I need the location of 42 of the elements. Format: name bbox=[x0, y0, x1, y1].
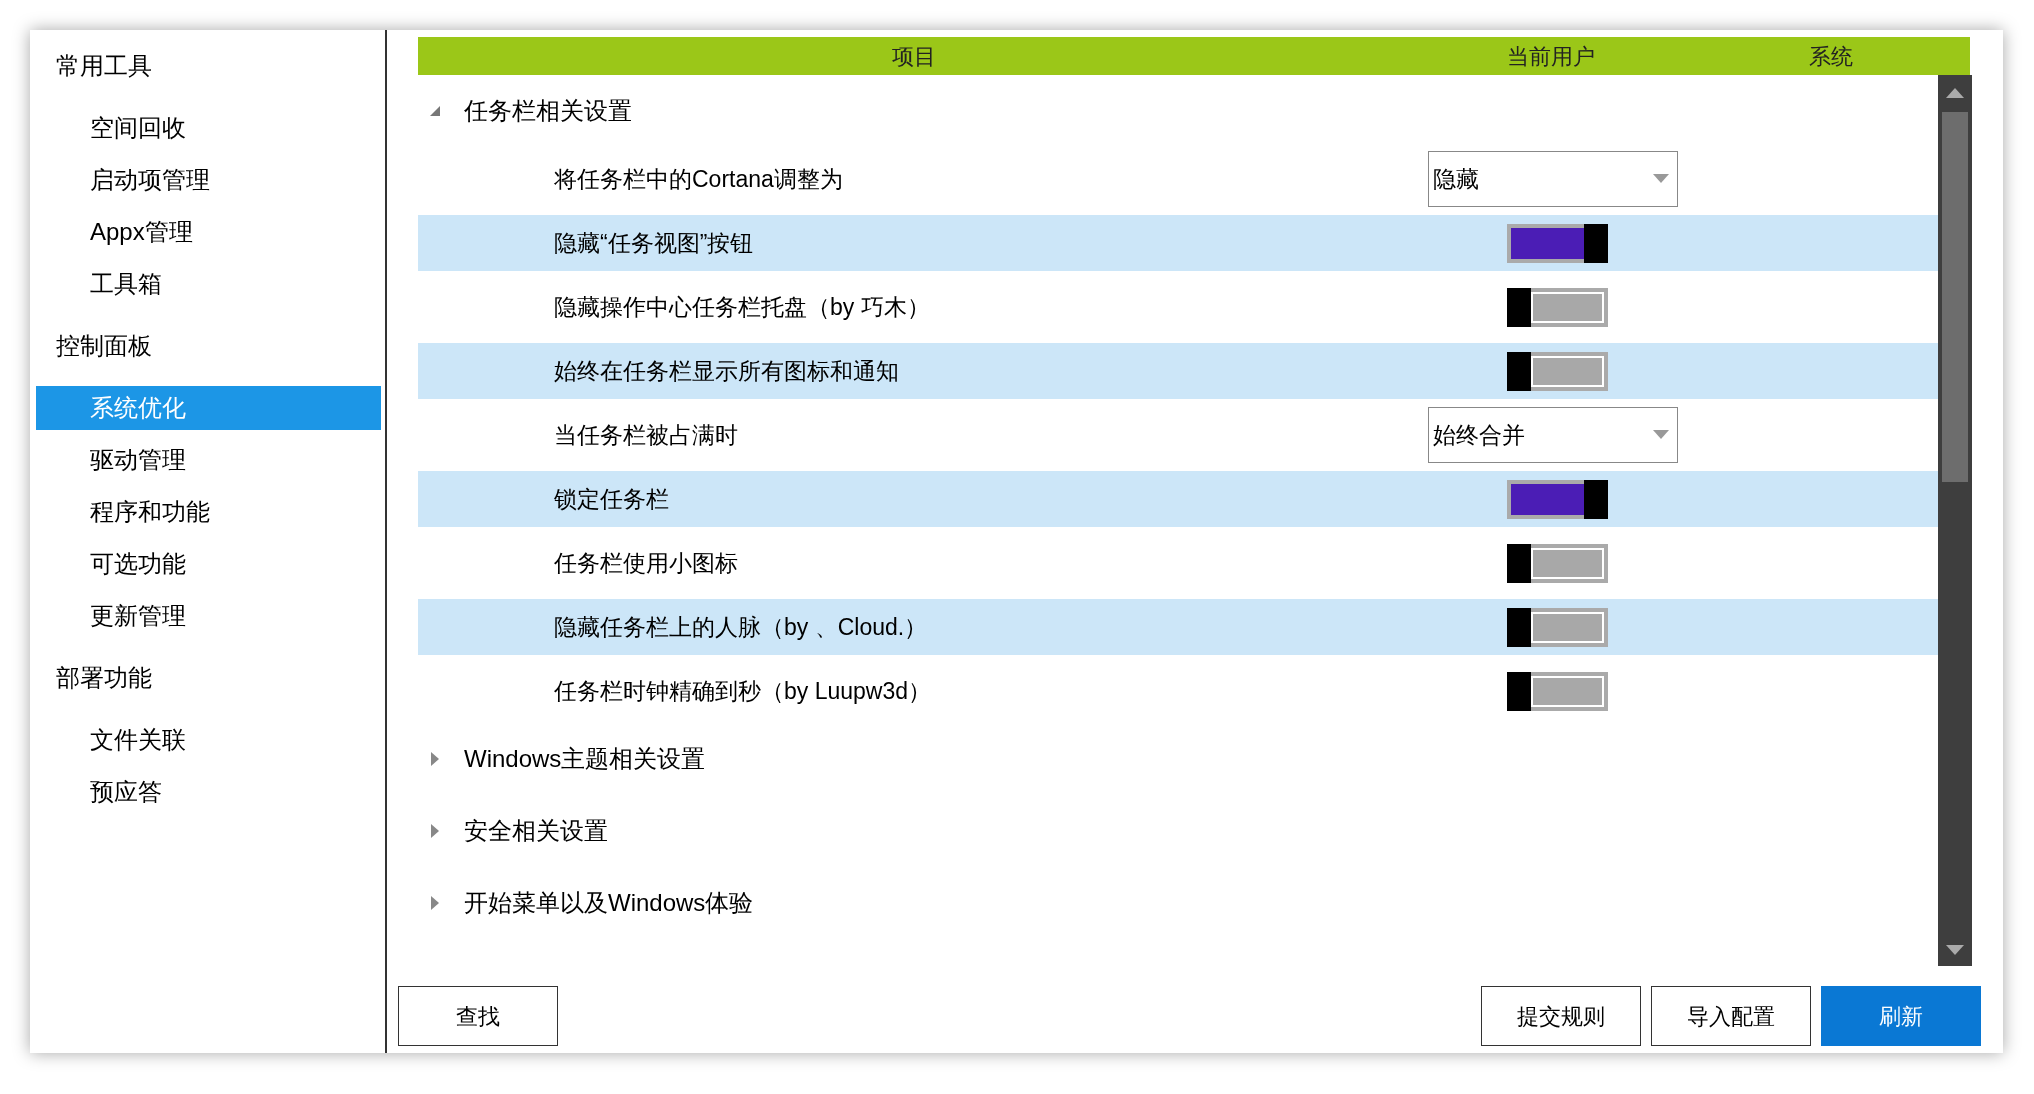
column-header: 系统 bbox=[1809, 42, 1853, 71]
sidebar-heading: 控制面板 bbox=[56, 331, 152, 361]
sidebar-item[interactable]: Appx管理 bbox=[36, 210, 381, 254]
caret-icon bbox=[1653, 174, 1669, 184]
setting-label: 始终在任务栏显示所有图标和通知 bbox=[553, 356, 900, 386]
setting-label: 任务栏使用小图标 bbox=[553, 548, 739, 578]
setting-label: 隐藏任务栏上的人脉（by 、Cloud.） bbox=[553, 612, 929, 642]
group-title: 任务栏相关设置 bbox=[464, 96, 632, 126]
dropdown[interactable]: 隐藏 bbox=[1428, 151, 1678, 207]
sidebar-heading: 常用工具 bbox=[56, 51, 152, 81]
action-button[interactable]: 导入配置 bbox=[1651, 986, 1811, 1046]
action-button[interactable]: 提交规则 bbox=[1481, 986, 1641, 1046]
setting-label: 锁定任务栏 bbox=[553, 484, 670, 514]
sidebar-item[interactable]: 预应答 bbox=[36, 770, 381, 814]
setting-label: 将任务栏中的Cortana调整为 bbox=[553, 164, 844, 194]
sidebar-heading: 部署功能 bbox=[56, 663, 152, 693]
caret-icon bbox=[1653, 430, 1669, 440]
scroll-down-icon[interactable] bbox=[1946, 944, 1964, 956]
sidebar-item[interactable]: 文件关联 bbox=[36, 718, 381, 762]
sidebar-item[interactable]: 可选功能 bbox=[36, 542, 381, 586]
scroll-thumb[interactable] bbox=[1942, 112, 1968, 482]
setting-label: 当任务栏被占满时 bbox=[553, 420, 739, 450]
setting-label: 隐藏“任务视图”按钮 bbox=[553, 228, 755, 258]
sidebar-item[interactable]: 工具箱 bbox=[36, 262, 381, 306]
sidebar-item[interactable]: 驱动管理 bbox=[36, 438, 381, 482]
setting-label: 任务栏时钟精确到秒（by Luupw3d） bbox=[553, 676, 933, 706]
group-title: Windows主题相关设置 bbox=[464, 744, 706, 774]
column-header: 当前用户 bbox=[1507, 42, 1595, 71]
setting-label: 隐藏操作中心任务栏托盘（by 巧木） bbox=[553, 292, 931, 322]
collapse-caret-icon[interactable] bbox=[428, 104, 442, 118]
sidebar-item[interactable]: 空间回收 bbox=[36, 106, 381, 150]
action-button[interactable]: 查找 bbox=[398, 986, 558, 1046]
refresh-button[interactable]: 刷新 bbox=[1821, 986, 1981, 1046]
group-title: 安全相关设置 bbox=[464, 816, 608, 846]
sidebar-item[interactable]: 程序和功能 bbox=[36, 490, 381, 534]
group-title: 开始菜单以及Windows体验 bbox=[464, 888, 754, 918]
scrollbar[interactable] bbox=[1938, 75, 1972, 966]
column-header: 项目 bbox=[892, 42, 936, 71]
dropdown[interactable]: 始终合并 bbox=[1428, 407, 1678, 463]
sidebar-item[interactable]: 更新管理 bbox=[36, 594, 381, 638]
sidebar-item[interactable]: 启动项管理 bbox=[36, 158, 381, 202]
scroll-up-icon[interactable] bbox=[1946, 87, 1964, 99]
